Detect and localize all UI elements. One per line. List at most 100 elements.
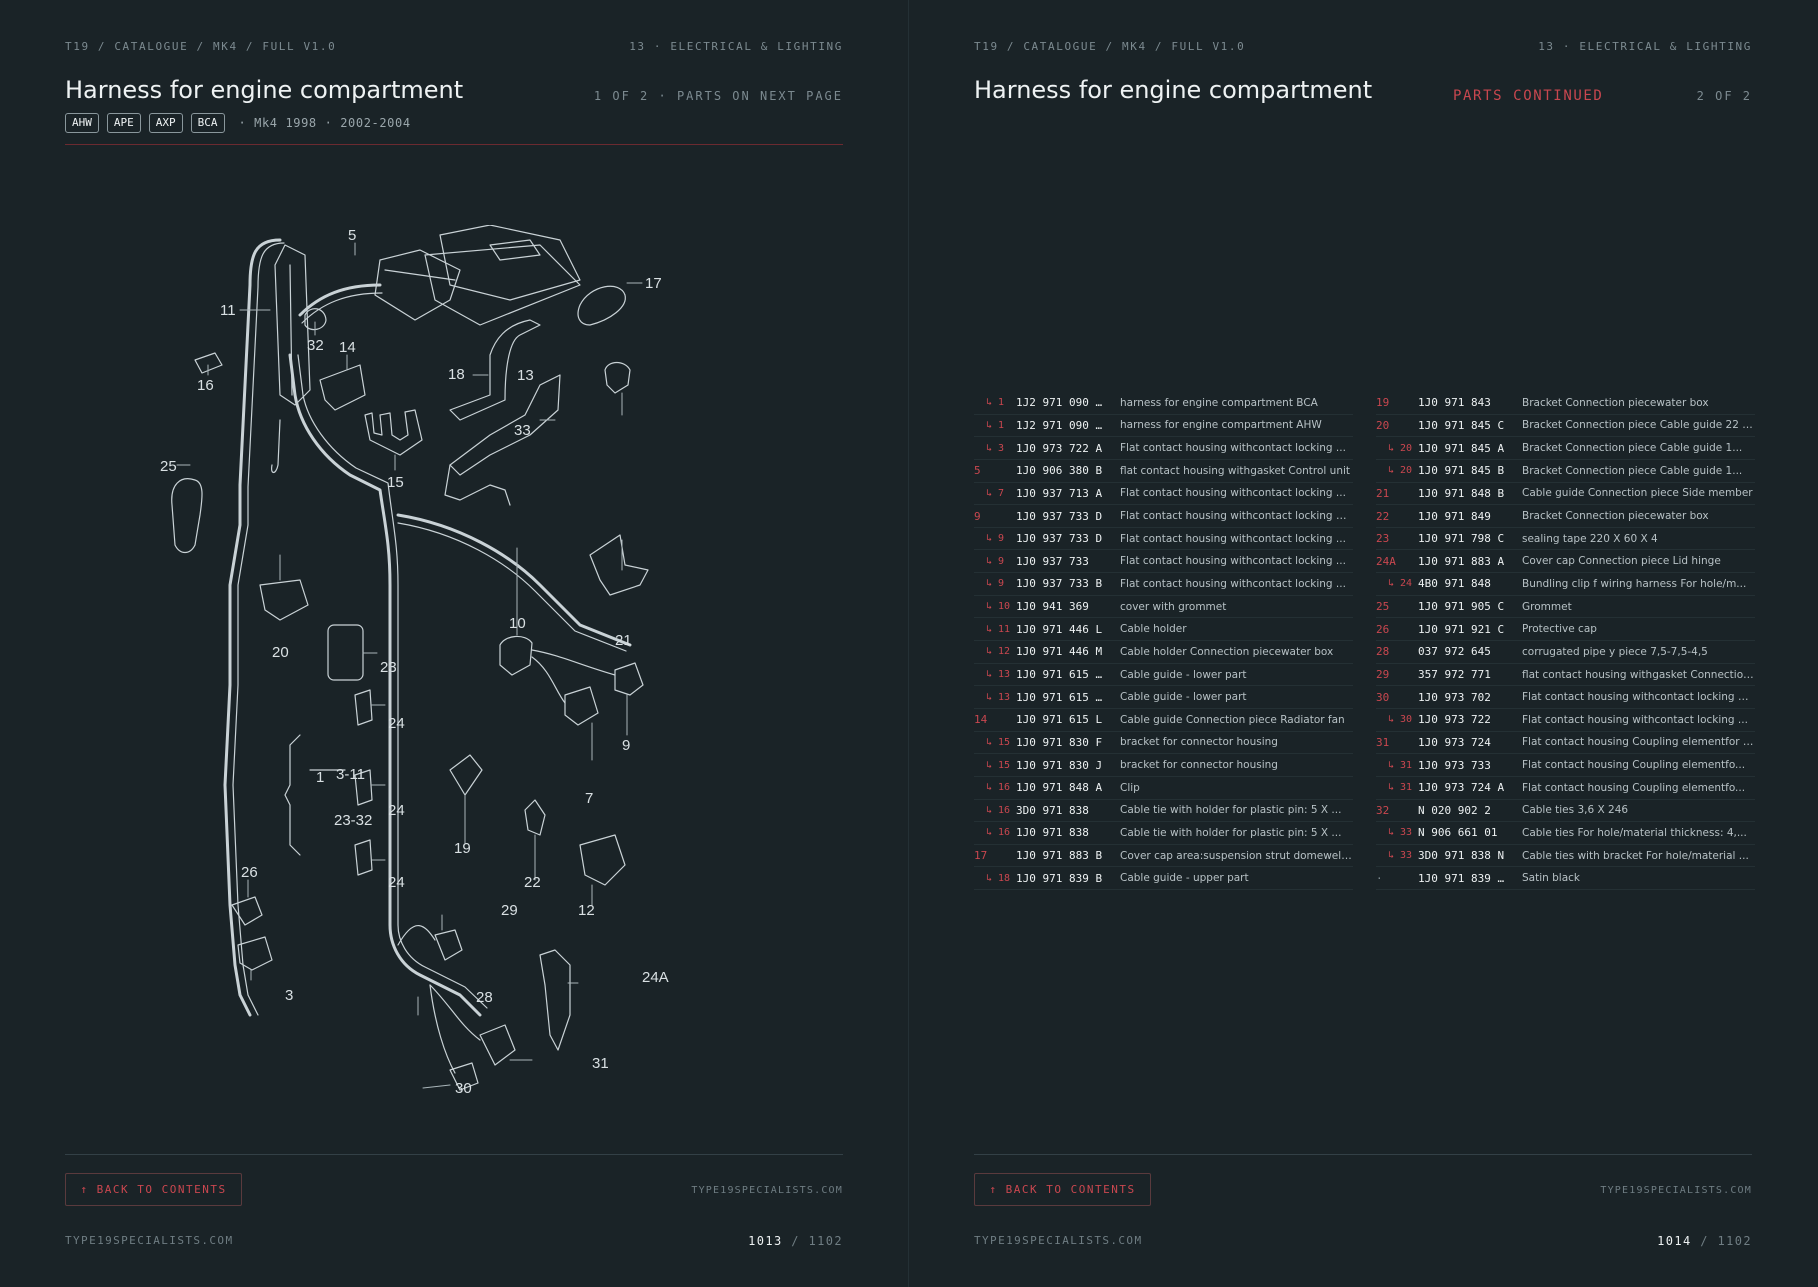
part-description: cover with grommet xyxy=(1120,600,1227,613)
parts-row[interactable]: 30 1J0 973 702 Flat contact housing withco… xyxy=(1376,686,1755,709)
part-description: harness for engine compartment BCA xyxy=(1120,396,1318,409)
callout-24: 24 xyxy=(388,874,405,891)
breadcrumb: T19 / CATALOGUE / MK4 / FULL V1.0 xyxy=(65,40,337,53)
parts-row[interactable]: ↳ 31 1J0 973 733 Flat contact housing Coup… xyxy=(1376,754,1755,777)
parts-row[interactable]: ↳ 9 1J0 937 733 Flat contact housing withc… xyxy=(974,550,1353,574)
part-description: Cable holder Connection piecewater box xyxy=(1120,645,1334,658)
ref-number: ↳ 11 xyxy=(986,623,1011,635)
part-number: 1J0 973 722 xyxy=(1418,713,1491,727)
part-description: Flat contact housing Coupling elementfo.… xyxy=(1522,781,1746,794)
part-31-connector xyxy=(479,1024,516,1066)
parts-row[interactable]: ↳ 18 1J0 971 839 B Cable guide - upper par… xyxy=(974,867,1353,891)
parts-row[interactable]: ↳ 33 3D0 971 838 N Cable ties with bracket… xyxy=(1376,845,1755,868)
callout-11: 11 xyxy=(220,302,236,319)
parts-row[interactable]: 24A 1J0 971 883 A Cover cap Connection pie… xyxy=(1376,550,1755,574)
back-to-contents-button[interactable]: ↑ BACK TO CONTENTS xyxy=(65,1173,242,1206)
part-number: 1J0 971 883 A xyxy=(1418,554,1505,568)
part-number: 1J2 971 090 … xyxy=(1016,418,1103,432)
part-description: Cable ties For hole/material thickness: … xyxy=(1522,826,1747,839)
part-number: 1J0 937 733 xyxy=(1016,554,1089,568)
parts-row[interactable]: ↳ 16 1J0 971 838 Cable tie with holder for… xyxy=(974,822,1353,845)
harness-main-inner xyxy=(297,354,488,1009)
ref-number: ↳ 1 xyxy=(986,419,1005,431)
parts-row[interactable]: 28 037 972 645 corrugated pipe y piece 7,5… xyxy=(1376,641,1755,664)
parts-row[interactable]: ↳ 1 1J2 971 090 … harness for engine compa… xyxy=(974,392,1353,415)
parts-row[interactable]: 29 357 972 771 flat contact housing withga… xyxy=(1376,664,1755,687)
part-description: Cable holder xyxy=(1120,623,1187,636)
parts-row[interactable]: ↳ 15 1J0 971 830 J bracket for connector h… xyxy=(974,754,1353,777)
page-number: 1014 / 1102 xyxy=(1657,1234,1752,1248)
ref-number: ↳ 9 xyxy=(986,533,1005,545)
parts-row[interactable]: 25 1J0 971 905 C Grommet xyxy=(1376,596,1755,619)
parts-row[interactable]: ↳ 20 1J0 971 845 A Bracket Connection piec… xyxy=(1376,437,1755,460)
parts-row[interactable]: ↳ 9 1J0 937 733 D Flat contact housing wit… xyxy=(974,528,1353,551)
part-26 xyxy=(231,896,263,926)
parts-row[interactable]: ↳ 11 1J0 971 446 L Cable holder xyxy=(974,618,1353,642)
part-description: Cable ties 3,6 X 246 xyxy=(1522,804,1629,817)
part-22 xyxy=(524,799,546,836)
page-current: 1014 xyxy=(1657,1234,1692,1248)
ref-number: ↳ 13 xyxy=(986,691,1011,703)
page-total: / 1102 xyxy=(791,1234,843,1248)
parts-row[interactable]: ↳ 16 3D0 971 838 Cable tie with holder for… xyxy=(974,800,1353,823)
ref-number: 9 xyxy=(974,509,981,523)
parts-row[interactable]: ↳ 24 4B0 971 848 Bundling clip f wiring ha… xyxy=(1376,573,1755,596)
callout-10: 10 xyxy=(509,615,526,632)
parts-row[interactable]: ↳ 30 1J0 973 722 Flat contact housing with… xyxy=(1376,709,1755,732)
parts-row[interactable]: 5 1J0 906 380 B flat contact housing withg… xyxy=(974,460,1353,483)
ref-number: 5 xyxy=(974,464,981,478)
parts-row[interactable]: 23 1J0 971 798 C sealing tape 220 X 60 X 4 xyxy=(1376,528,1755,551)
part-number: 1J0 937 733 D xyxy=(1016,509,1103,523)
parts-row[interactable]: ↳ 13 1J0 971 615 … Cable guide - lower par… xyxy=(974,686,1353,709)
part-description: bracket for connector housing xyxy=(1120,736,1278,749)
parts-row[interactable]: ↳ 3 1J0 973 722 A Flat contact housing wit… xyxy=(974,437,1353,460)
callout-18: 18 xyxy=(448,366,465,383)
parts-row[interactable]: ↳ 16 1J0 971 848 A Clip xyxy=(974,777,1353,800)
callout-16: 16 xyxy=(197,377,214,394)
parts-row[interactable]: ↳ 1 1J2 971 090 … harness for engine compa… xyxy=(974,415,1353,438)
part-description: Bracket Connection piecewater box xyxy=(1522,510,1709,523)
part-5-ecu xyxy=(374,225,581,326)
parts-row[interactable]: ↳ 33 N 906 661 01 Cable ties For hole/mate… xyxy=(1376,822,1755,845)
parts-row[interactable]: 21 1J0 971 848 B Cable guide Connection pi… xyxy=(1376,483,1755,506)
parts-row[interactable]: 31 1J0 973 724 Flat contact housing Coupli… xyxy=(1376,732,1755,755)
parts-row[interactable]: · 1J0 971 839 … Satin black xyxy=(1376,867,1755,891)
part-description: Cable guide Connection piece Radiator fa… xyxy=(1120,713,1345,726)
parts-row[interactable]: ↳ 15 1J0 971 830 F bracket for connector h… xyxy=(974,732,1353,755)
part-number: N 906 661 01 xyxy=(1418,826,1498,840)
parts-row[interactable]: ↳ 31 1J0 973 724 A Flat contact housing Co… xyxy=(1376,777,1755,800)
ref-number: 26 xyxy=(1376,622,1390,636)
footer-site: TYPE19SPECIALISTS.COM xyxy=(974,1234,1143,1247)
callout-3: 3 xyxy=(285,987,293,1004)
parts-row[interactable]: 32 N 020 902 2 Cable ties 3,6 X 246 xyxy=(1376,800,1755,823)
part-number: 1J2 971 090 … xyxy=(1016,396,1103,410)
parts-row[interactable]: ↳ 13 1J0 971 615 … Cable guide - lower par… xyxy=(974,664,1353,687)
parts-row[interactable]: ↳ 20 1J0 971 845 B Bracket Connection piec… xyxy=(1376,460,1755,483)
part-description: Clip xyxy=(1120,781,1140,794)
page-info: 1 OF 2 · PARTS ON NEXT PAGE xyxy=(593,89,843,103)
parts-row[interactable]: 20 1J0 971 845 C Bracket Connection piece … xyxy=(1376,415,1755,438)
parts-row[interactable]: 9 1J0 937 733 D Flat contact housing withc… xyxy=(974,505,1353,528)
parts-row[interactable]: ↳ 10 1J0 941 369 cover with grommet xyxy=(974,596,1353,619)
parts-row[interactable]: 14 1J0 971 615 L Cable guide Connection pi… xyxy=(974,709,1353,732)
ref-number: ↳ 16 xyxy=(986,804,1011,816)
ref-number: ↳ 1 xyxy=(986,397,1005,409)
parts-row[interactable]: ↳ 12 1J0 971 446 M Cable holder Connection… xyxy=(974,641,1353,664)
ref-number: ↳ 20 xyxy=(1388,442,1413,454)
parts-row[interactable]: 19 1J0 971 843 Bracket Connection piecewat… xyxy=(1376,392,1755,415)
parts-row[interactable]: 26 1J0 971 921 C Protective cap xyxy=(1376,618,1755,642)
part-number: 037 972 645 xyxy=(1418,645,1491,659)
harness-branch-top-inner xyxy=(301,292,383,324)
right-page: T19 / CATALOGUE / MK4 / FULL V1.0 13 · E… xyxy=(909,0,1817,1287)
parts-row[interactable]: ↳ 9 1J0 937 733 B Flat contact housing wit… xyxy=(974,573,1353,596)
back-to-contents-button[interactable]: ↑ BACK TO CONTENTS xyxy=(974,1173,1151,1206)
parts-row[interactable]: 22 1J0 971 849 Bracket Connection piecewat… xyxy=(1376,505,1755,528)
part-description: Grommet xyxy=(1522,600,1572,613)
site-link[interactable]: TYPE19SPECIALISTS.COM xyxy=(1600,1185,1752,1196)
part-number: 1J0 941 369 xyxy=(1016,600,1089,614)
parts-row[interactable]: ↳ 7 1J0 937 713 A Flat contact housing wit… xyxy=(974,483,1353,506)
parts-continued-label: PARTS CONTINUED xyxy=(1453,88,1604,104)
part-description: Bracket Connection piece Cable guide 1..… xyxy=(1522,442,1743,455)
site-link[interactable]: TYPE19SPECIALISTS.COM xyxy=(691,1185,843,1196)
parts-row[interactable]: 17 1J0 971 883 B Cover cap area:suspension… xyxy=(974,845,1353,868)
